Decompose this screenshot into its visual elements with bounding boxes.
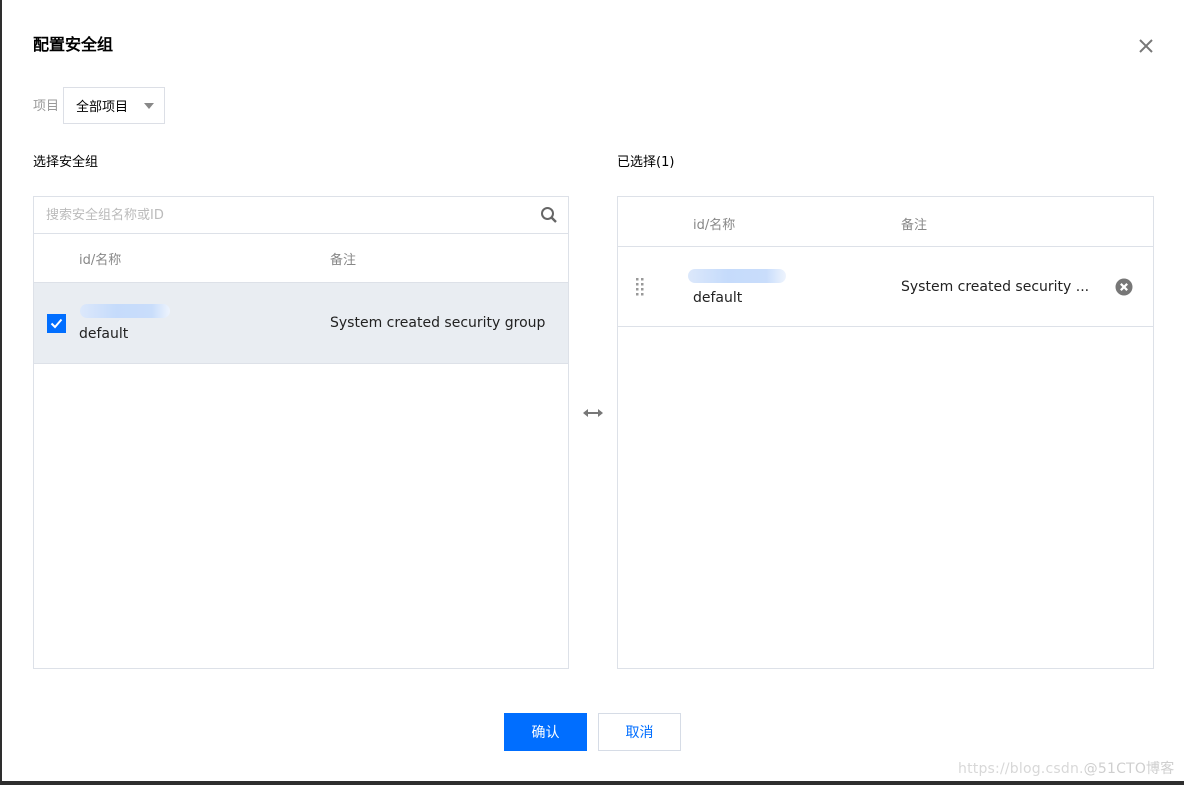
column-header-id-name: id/名称: [79, 253, 122, 268]
search-input[interactable]: [34, 197, 568, 233]
column-header-id-name: id/名称: [693, 218, 736, 233]
column-header-note: 备注: [330, 253, 357, 268]
project-select-value: 全部项目: [76, 100, 129, 115]
window-bottom-edge: [0, 781, 1184, 785]
redacted-id: [688, 269, 786, 283]
row-name: default: [79, 326, 129, 342]
table-header: id/名称 备注: [34, 234, 568, 283]
remove-circle-icon[interactable]: [1115, 278, 1133, 296]
project-select[interactable]: 全部项目: [63, 87, 165, 124]
search-bar: [34, 197, 568, 234]
dialog-title: 配置安全组: [33, 35, 114, 54]
redacted-id: [80, 304, 170, 318]
table-header: id/名称 备注: [618, 197, 1153, 247]
configure-security-group-dialog: 配置安全组 项目 全部项目 选择安全组 已选择(1) id/名称 备注 defa…: [2, 0, 1184, 781]
row-name: default: [693, 290, 743, 306]
watermark: https://blog.csdn.@51CTO博客: [958, 758, 1174, 778]
watermark-url: https://blog.csdn.: [958, 761, 1084, 777]
watermark-brand: @51CTO博客: [1083, 761, 1175, 777]
table-row: default System created security ...: [618, 247, 1153, 327]
project-label: 项目: [33, 99, 60, 114]
caret-down-icon: [144, 103, 154, 109]
drag-handle-icon[interactable]: [636, 278, 644, 296]
selected-count-title: 已选择(1): [617, 155, 675, 170]
select-security-group-title: 选择安全组: [33, 155, 99, 170]
close-icon[interactable]: [1137, 37, 1155, 55]
cancel-button[interactable]: 取消: [598, 713, 681, 751]
row-note: System created security group: [330, 315, 546, 331]
row-note: System created security ...: [901, 279, 1090, 295]
row-checkbox[interactable]: [47, 314, 66, 333]
available-security-groups-panel: id/名称 备注 default System created security…: [33, 196, 569, 669]
confirm-button[interactable]: 确认: [504, 713, 587, 751]
table-row[interactable]: default System created security group: [34, 283, 568, 364]
selected-security-groups-panel: id/名称 备注 default System created security…: [617, 196, 1154, 669]
search-icon[interactable]: [540, 206, 558, 224]
column-header-note: 备注: [901, 218, 928, 233]
swap-horizontal-icon: [582, 405, 604, 419]
